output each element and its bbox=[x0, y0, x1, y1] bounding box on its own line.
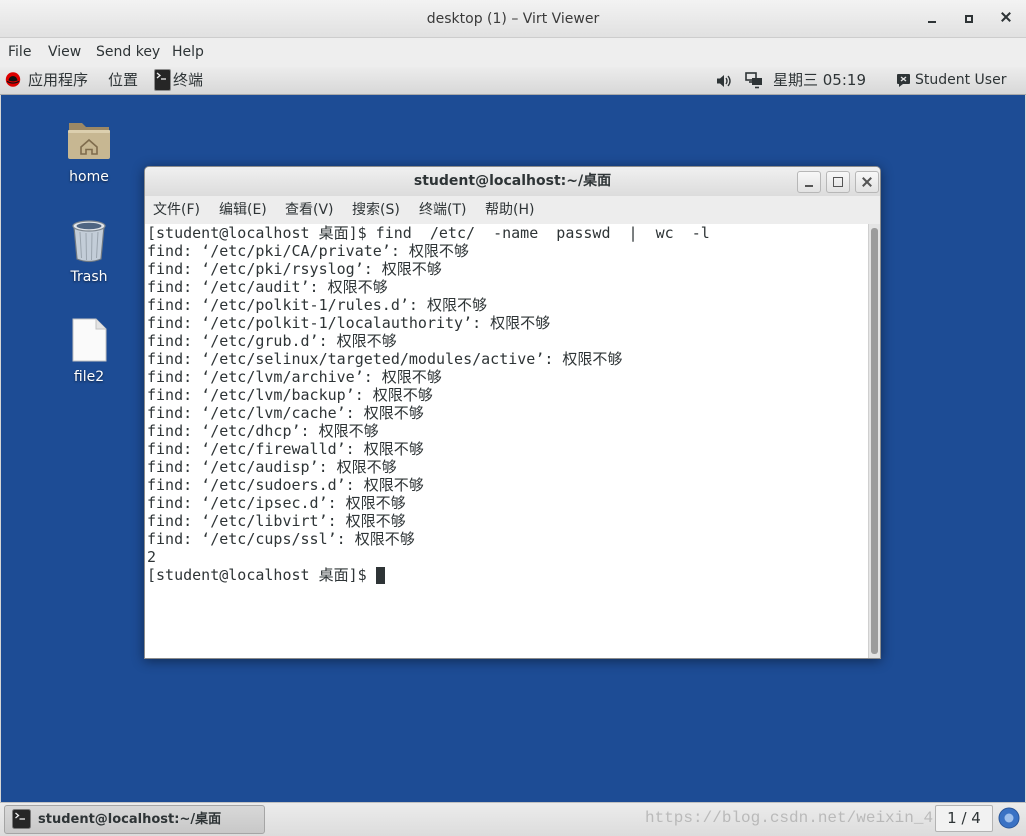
desktop-icon-label-home[interactable]: home bbox=[49, 168, 129, 186]
terminal-line: find: ‘/etc/firewalld’: 权限不够 bbox=[147, 440, 424, 458]
terminal-menu-view[interactable]: 查看(V) bbox=[285, 196, 334, 224]
terminal-line: find: ‘/etc/sudoers.d’: 权限不够 bbox=[147, 476, 424, 494]
terminal-icon bbox=[12, 809, 31, 829]
desktop-background[interactable]: home Trash file2 student@localhost:~/桌面 … bbox=[1, 95, 1025, 802]
menu-file[interactable]: File bbox=[8, 38, 31, 67]
minimize-icon bbox=[805, 185, 813, 187]
desktop-icon-label-file2[interactable]: file2 bbox=[49, 368, 129, 386]
minimize-icon bbox=[928, 21, 936, 23]
menu-send-key[interactable]: Send key bbox=[96, 38, 160, 67]
terminal-icon[interactable] bbox=[154, 69, 171, 91]
maximize-button[interactable] bbox=[959, 9, 979, 29]
terminal-cursor bbox=[375, 567, 385, 584]
trash-icon[interactable] bbox=[70, 218, 108, 264]
terminal-menubar: 文件(F) 编辑(E) 查看(V) 搜索(S) 终端(T) 帮助(H) bbox=[145, 196, 880, 224]
gnome-top-panel: 应用程序 位置 终端 星期三 05:19 Student User bbox=[0, 67, 1026, 95]
terminal-prompt-line[interactable]: [student@localhost 桌面]$ bbox=[147, 566, 868, 584]
terminal-menu-terminal[interactable]: 终端(T) bbox=[419, 196, 466, 224]
terminal-line: find: ‘/etc/audisp’: 权限不够 bbox=[147, 458, 397, 476]
menu-view[interactable]: View bbox=[48, 38, 81, 67]
terminal-scrollbar[interactable] bbox=[868, 224, 880, 658]
volume-icon[interactable] bbox=[716, 74, 732, 88]
window-title: desktop (1) – Virt Viewer bbox=[426, 11, 600, 27]
bottom-taskbar: student@localhost:~/桌面 1 / 4 bbox=[0, 802, 1026, 836]
terminal-title: student@localhost:~/桌面 bbox=[413, 173, 612, 189]
terminal-line: find: ‘/etc/pki/CA/private’: 权限不够 bbox=[147, 242, 469, 260]
terminal-line: find: ‘/etc/lvm/archive’: 权限不够 bbox=[147, 368, 442, 386]
user-menu[interactable]: Student User bbox=[915, 67, 1006, 94]
places-menu[interactable]: 位置 bbox=[108, 67, 138, 94]
terminal-line: find: ‘/etc/ipsec.d’: 权限不够 bbox=[147, 494, 406, 512]
terminal-line: find: ‘/etc/audit’: 权限不够 bbox=[147, 278, 388, 296]
file-icon[interactable] bbox=[71, 318, 107, 362]
terminal-menu-help[interactable]: 帮助(H) bbox=[485, 196, 534, 224]
home-folder-icon[interactable] bbox=[66, 117, 112, 163]
terminal-line: find: ‘/etc/polkit-1/rules.d’: 权限不够 bbox=[147, 296, 487, 314]
redhat-logo-icon[interactable] bbox=[5, 72, 21, 87]
close-icon bbox=[861, 176, 873, 188]
maximize-icon bbox=[833, 177, 843, 187]
terminal-line: find: ‘/etc/libvirt’: 权限不够 bbox=[147, 512, 406, 530]
terminal-menu-file[interactable]: 文件(F) bbox=[153, 196, 200, 224]
terminal-output[interactable]: [student@localhost 桌面]$ find /etc/ -name… bbox=[145, 224, 868, 658]
maximize-icon bbox=[965, 15, 973, 23]
terminal-line: [student@localhost 桌面]$ find /etc/ -name… bbox=[147, 224, 710, 242]
network-icon[interactable] bbox=[745, 72, 763, 89]
close-icon bbox=[1000, 11, 1012, 23]
virt-viewer-menubar: File View Send key Help bbox=[0, 38, 1026, 67]
terminal-scrollbar-thumb[interactable] bbox=[871, 228, 878, 654]
virt-viewer-titlebar[interactable]: desktop (1) – Virt Viewer bbox=[0, 0, 1026, 38]
terminal-close-button[interactable] bbox=[855, 171, 879, 193]
terminal-line: find: ‘/etc/selinux/targeted/modules/act… bbox=[147, 350, 623, 368]
taskbar-window-button[interactable]: student@localhost:~/桌面 bbox=[4, 805, 265, 834]
terminal-line: find: ‘/etc/dhcp’: 权限不够 bbox=[147, 422, 379, 440]
menu-help[interactable]: Help bbox=[172, 38, 204, 67]
terminal-minimize-button[interactable] bbox=[797, 171, 821, 193]
terminal-menu-search[interactable]: 搜索(S) bbox=[352, 196, 400, 224]
terminal-line: find: ‘/etc/grub.d’: 权限不够 bbox=[147, 332, 397, 350]
clock[interactable]: 星期三 05:19 bbox=[773, 67, 866, 94]
terminal-line: find: ‘/etc/cups/ssl’: 权限不够 bbox=[147, 530, 415, 548]
terminal-line: find: ‘/etc/lvm/cache’: 权限不够 bbox=[147, 404, 424, 422]
terminal-menu-edit[interactable]: 编辑(E) bbox=[219, 196, 267, 224]
terminal-titlebar[interactable]: student@localhost:~/桌面 bbox=[145, 167, 880, 196]
chat-status-icon[interactable] bbox=[896, 73, 911, 88]
minimize-button[interactable] bbox=[922, 9, 942, 29]
notification-icon[interactable] bbox=[998, 807, 1020, 829]
taskbar-window-title: student@localhost:~/桌面 bbox=[38, 812, 222, 827]
terminal-line: 2 bbox=[147, 548, 157, 566]
terminal-line: find: ‘/etc/lvm/backup’: 权限不够 bbox=[147, 386, 433, 404]
terminal-maximize-button[interactable] bbox=[826, 171, 850, 193]
terminal-prompt: [student@localhost 桌面]$ bbox=[147, 566, 376, 584]
workspace-indicator[interactable]: 1 / 4 bbox=[935, 805, 993, 832]
applications-menu[interactable]: 应用程序 bbox=[28, 67, 88, 94]
terminal-window[interactable]: student@localhost:~/桌面 文件(F) 编辑(E) 查看(V)… bbox=[144, 166, 881, 659]
active-app-menu[interactable]: 终端 bbox=[173, 67, 203, 94]
terminal-line: find: ‘/etc/polkit-1/localauthority’: 权限… bbox=[147, 314, 551, 332]
close-button[interactable] bbox=[996, 8, 1016, 28]
desktop-icon-label-trash[interactable]: Trash bbox=[49, 268, 129, 286]
terminal-line: find: ‘/etc/pki/rsyslog’: 权限不够 bbox=[147, 260, 442, 278]
